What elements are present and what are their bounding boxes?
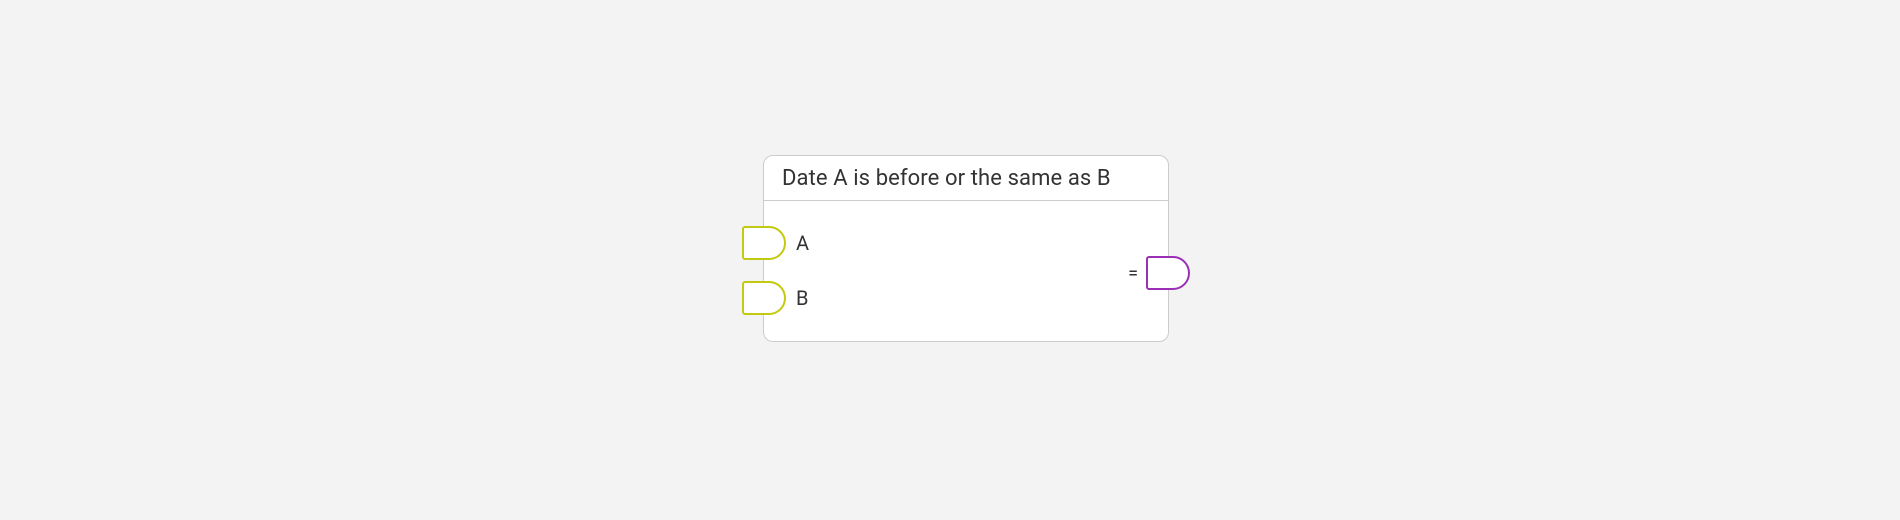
input-port-b[interactable]: B bbox=[742, 281, 808, 315]
node-card[interactable]: Date A is before or the same as B A B = bbox=[763, 155, 1169, 342]
input-port-a[interactable]: A bbox=[742, 226, 809, 260]
output-port[interactable]: = bbox=[1128, 256, 1190, 290]
port-icon bbox=[742, 281, 786, 315]
node-body: A B = bbox=[764, 201, 1168, 341]
input-port-b-label: B bbox=[796, 286, 808, 310]
node-title: Date A is before or the same as B bbox=[764, 156, 1168, 201]
output-panel: = bbox=[1088, 201, 1168, 341]
input-port-a-label: A bbox=[796, 231, 809, 255]
port-icon bbox=[1146, 256, 1190, 290]
output-port-label: = bbox=[1128, 263, 1138, 284]
port-icon bbox=[742, 226, 786, 260]
